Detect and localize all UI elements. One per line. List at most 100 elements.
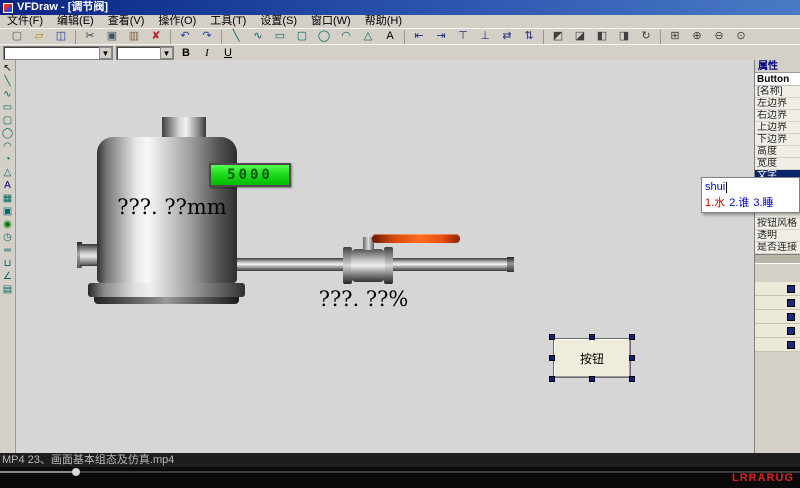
button-widget[interactable]: 按钮 — [553, 338, 631, 378]
underline-button[interactable]: U — [219, 46, 237, 60]
palette-tool-arc[interactable]: ◠ — [1, 140, 15, 153]
event-row[interactable] — [755, 296, 800, 310]
palette-tool-table[interactable]: ▤ — [1, 283, 15, 296]
palette-tool-rect[interactable]: ▭ — [1, 101, 15, 114]
event-row[interactable] — [755, 338, 800, 352]
event-row[interactable] — [755, 310, 800, 324]
toolbar-icon-line[interactable]: ╲ — [225, 29, 247, 44]
toolbar-icon-bring-front[interactable]: ◩ — [547, 29, 569, 44]
dropdown-arrow-icon[interactable]: ▼ — [99, 46, 112, 59]
seek-handle[interactable] — [72, 468, 80, 476]
ime-candidate-cand-1[interactable]: 1.水 — [705, 197, 725, 209]
app-icon[interactable] — [3, 2, 13, 13]
selection-handle-s[interactable] — [589, 376, 595, 382]
property-row-transparent[interactable]: 透明 — [755, 230, 800, 242]
menu-item-file[interactable]: 文件(F) — [0, 15, 50, 28]
palette-tool-select[interactable]: ↖ — [1, 62, 15, 75]
ime-composition[interactable]: shui — [705, 179, 796, 195]
property-row-right-bound[interactable]: 右边界 — [755, 110, 800, 122]
toolbar-icon-align-bottom[interactable]: ⊥ — [474, 29, 496, 44]
toolbar-icon-rotate[interactable]: ↻ — [635, 29, 657, 44]
tank-bottom-flange[interactable] — [88, 283, 245, 297]
toolbar-icon-round-rect[interactable]: ▢ — [291, 29, 313, 44]
row-action-button[interactable] — [787, 299, 795, 307]
menu-item-operate[interactable]: 操作(O) — [151, 15, 203, 28]
property-row-is-connected[interactable]: 是否连接 — [755, 242, 800, 254]
row-action-button[interactable] — [787, 327, 795, 335]
properties-tab[interactable]: 属性 — [755, 60, 800, 73]
palette-tool-meter[interactable]: ◷ — [1, 231, 15, 244]
toolbar-icon-paste[interactable]: ▥ — [123, 29, 145, 44]
palette-tool-image[interactable]: ▦ — [1, 192, 15, 205]
panel-splitter[interactable] — [755, 254, 800, 264]
property-row-prop-name[interactable]: [名称] — [755, 86, 800, 98]
palette-tool-round-rect[interactable]: ▢ — [1, 114, 15, 127]
property-row-bottom-bound[interactable]: 下边界 — [755, 134, 800, 146]
selection-handle-e[interactable] — [629, 355, 635, 361]
toolbar-icon-text[interactable]: A — [379, 29, 401, 44]
toolbar-icon-undo[interactable]: ↶ — [174, 29, 196, 44]
property-row-top-bound[interactable]: 上边界 — [755, 122, 800, 134]
palette-tool-polygon[interactable]: △ — [1, 166, 15, 179]
selection-handle-n[interactable] — [589, 334, 595, 340]
selection-handle-se[interactable] — [629, 376, 635, 382]
property-row-width[interactable]: 宽度 — [755, 158, 800, 170]
palette-tool-pie[interactable]: ◔ — [1, 153, 15, 166]
row-action-button[interactable] — [787, 341, 795, 349]
selection-handle-ne[interactable] — [629, 334, 635, 340]
tank-level-text[interactable]: ???. ??mm — [77, 195, 267, 221]
property-row-button-style[interactable]: 按钮风格 — [755, 218, 800, 230]
toolbar-icon-flip-h[interactable]: ◧ — [591, 29, 613, 44]
toolbar-icon-open[interactable]: ▱ — [28, 29, 50, 44]
row-action-button[interactable] — [787, 313, 795, 321]
font-size-combobox[interactable]: ▼ — [116, 45, 174, 60]
toolbar-icon-grid[interactable]: ⊞ — [664, 29, 686, 44]
toolbar-icon-align-left[interactable]: ⇤ — [408, 29, 430, 44]
palette-tool-led[interactable]: ◉ — [1, 218, 15, 231]
palette-tool-pipe[interactable]: ═ — [1, 244, 15, 257]
toolbar-icon-polygon[interactable]: △ — [357, 29, 379, 44]
toolbar-icon-zoom-in[interactable]: ⊕ — [686, 29, 708, 44]
toolbar-icon-flip-v[interactable]: ◨ — [613, 29, 635, 44]
bold-button[interactable]: B — [177, 46, 195, 60]
row-action-button[interactable] — [787, 285, 795, 293]
palette-tool-text[interactable]: A — [1, 179, 15, 192]
tank-base[interactable] — [94, 297, 239, 304]
ime-candidate-cand-3[interactable]: 3.睡 — [753, 197, 773, 209]
menu-item-settings[interactable]: 设置(S) — [253, 15, 304, 28]
valve-opening-text[interactable]: ???. ??% — [291, 287, 436, 313]
valve-handle[interactable] — [372, 234, 460, 243]
tank-nozzle[interactable] — [80, 244, 98, 266]
selection-handle-w[interactable] — [549, 355, 555, 361]
toolbar-icon-ellipse[interactable]: ◯ — [313, 29, 335, 44]
toolbar-icon-zoom-out[interactable]: ⊖ — [708, 29, 730, 44]
palette-tool-ellipse[interactable]: ◯ — [1, 127, 15, 140]
valve-body[interactable] — [351, 249, 385, 282]
menu-item-edit[interactable]: 编辑(E) — [50, 15, 101, 28]
toolbar-icon-send-back[interactable]: ◪ — [569, 29, 591, 44]
selection-handle-sw[interactable] — [549, 376, 555, 382]
toolbar-icon-save[interactable]: ◫ — [50, 29, 72, 44]
level-display[interactable]: 5000 — [209, 163, 291, 187]
property-row-left-bound[interactable]: 左边界 — [755, 98, 800, 110]
toolbar-icon-same-height[interactable]: ⇅ — [518, 29, 540, 44]
toolbar-icon-new[interactable]: ▢ — [6, 29, 28, 44]
italic-button[interactable]: I — [198, 46, 216, 60]
toolbar-icon-align-top[interactable]: ⊤ — [452, 29, 474, 44]
toolbar-icon-redo[interactable]: ↷ — [196, 29, 218, 44]
toolbar-icon-align-right[interactable]: ⇥ — [430, 29, 452, 44]
dropdown-arrow-icon[interactable]: ▼ — [160, 46, 173, 59]
font-family-combobox[interactable]: ▼ — [3, 45, 113, 60]
toolbar-icon-zoom-fit[interactable]: ⊙ — [730, 29, 752, 44]
toolbar-icon-polyline[interactable]: ∿ — [247, 29, 269, 44]
toolbar-icon-rect[interactable]: ▭ — [269, 29, 291, 44]
event-row[interactable] — [755, 282, 800, 296]
toolbar-icon-cut[interactable]: ✂ — [79, 29, 101, 44]
button-widget-selection[interactable]: 按钮 — [549, 334, 635, 382]
tank-neck[interactable] — [162, 117, 206, 138]
property-row-height[interactable]: 高度 — [755, 146, 800, 158]
menu-item-help[interactable]: 帮助(H) — [358, 15, 409, 28]
menu-item-window[interactable]: 窗口(W) — [304, 15, 358, 28]
palette-tool-tank[interactable]: ⊔ — [1, 257, 15, 270]
palette-tool-polyline[interactable]: ∿ — [1, 88, 15, 101]
